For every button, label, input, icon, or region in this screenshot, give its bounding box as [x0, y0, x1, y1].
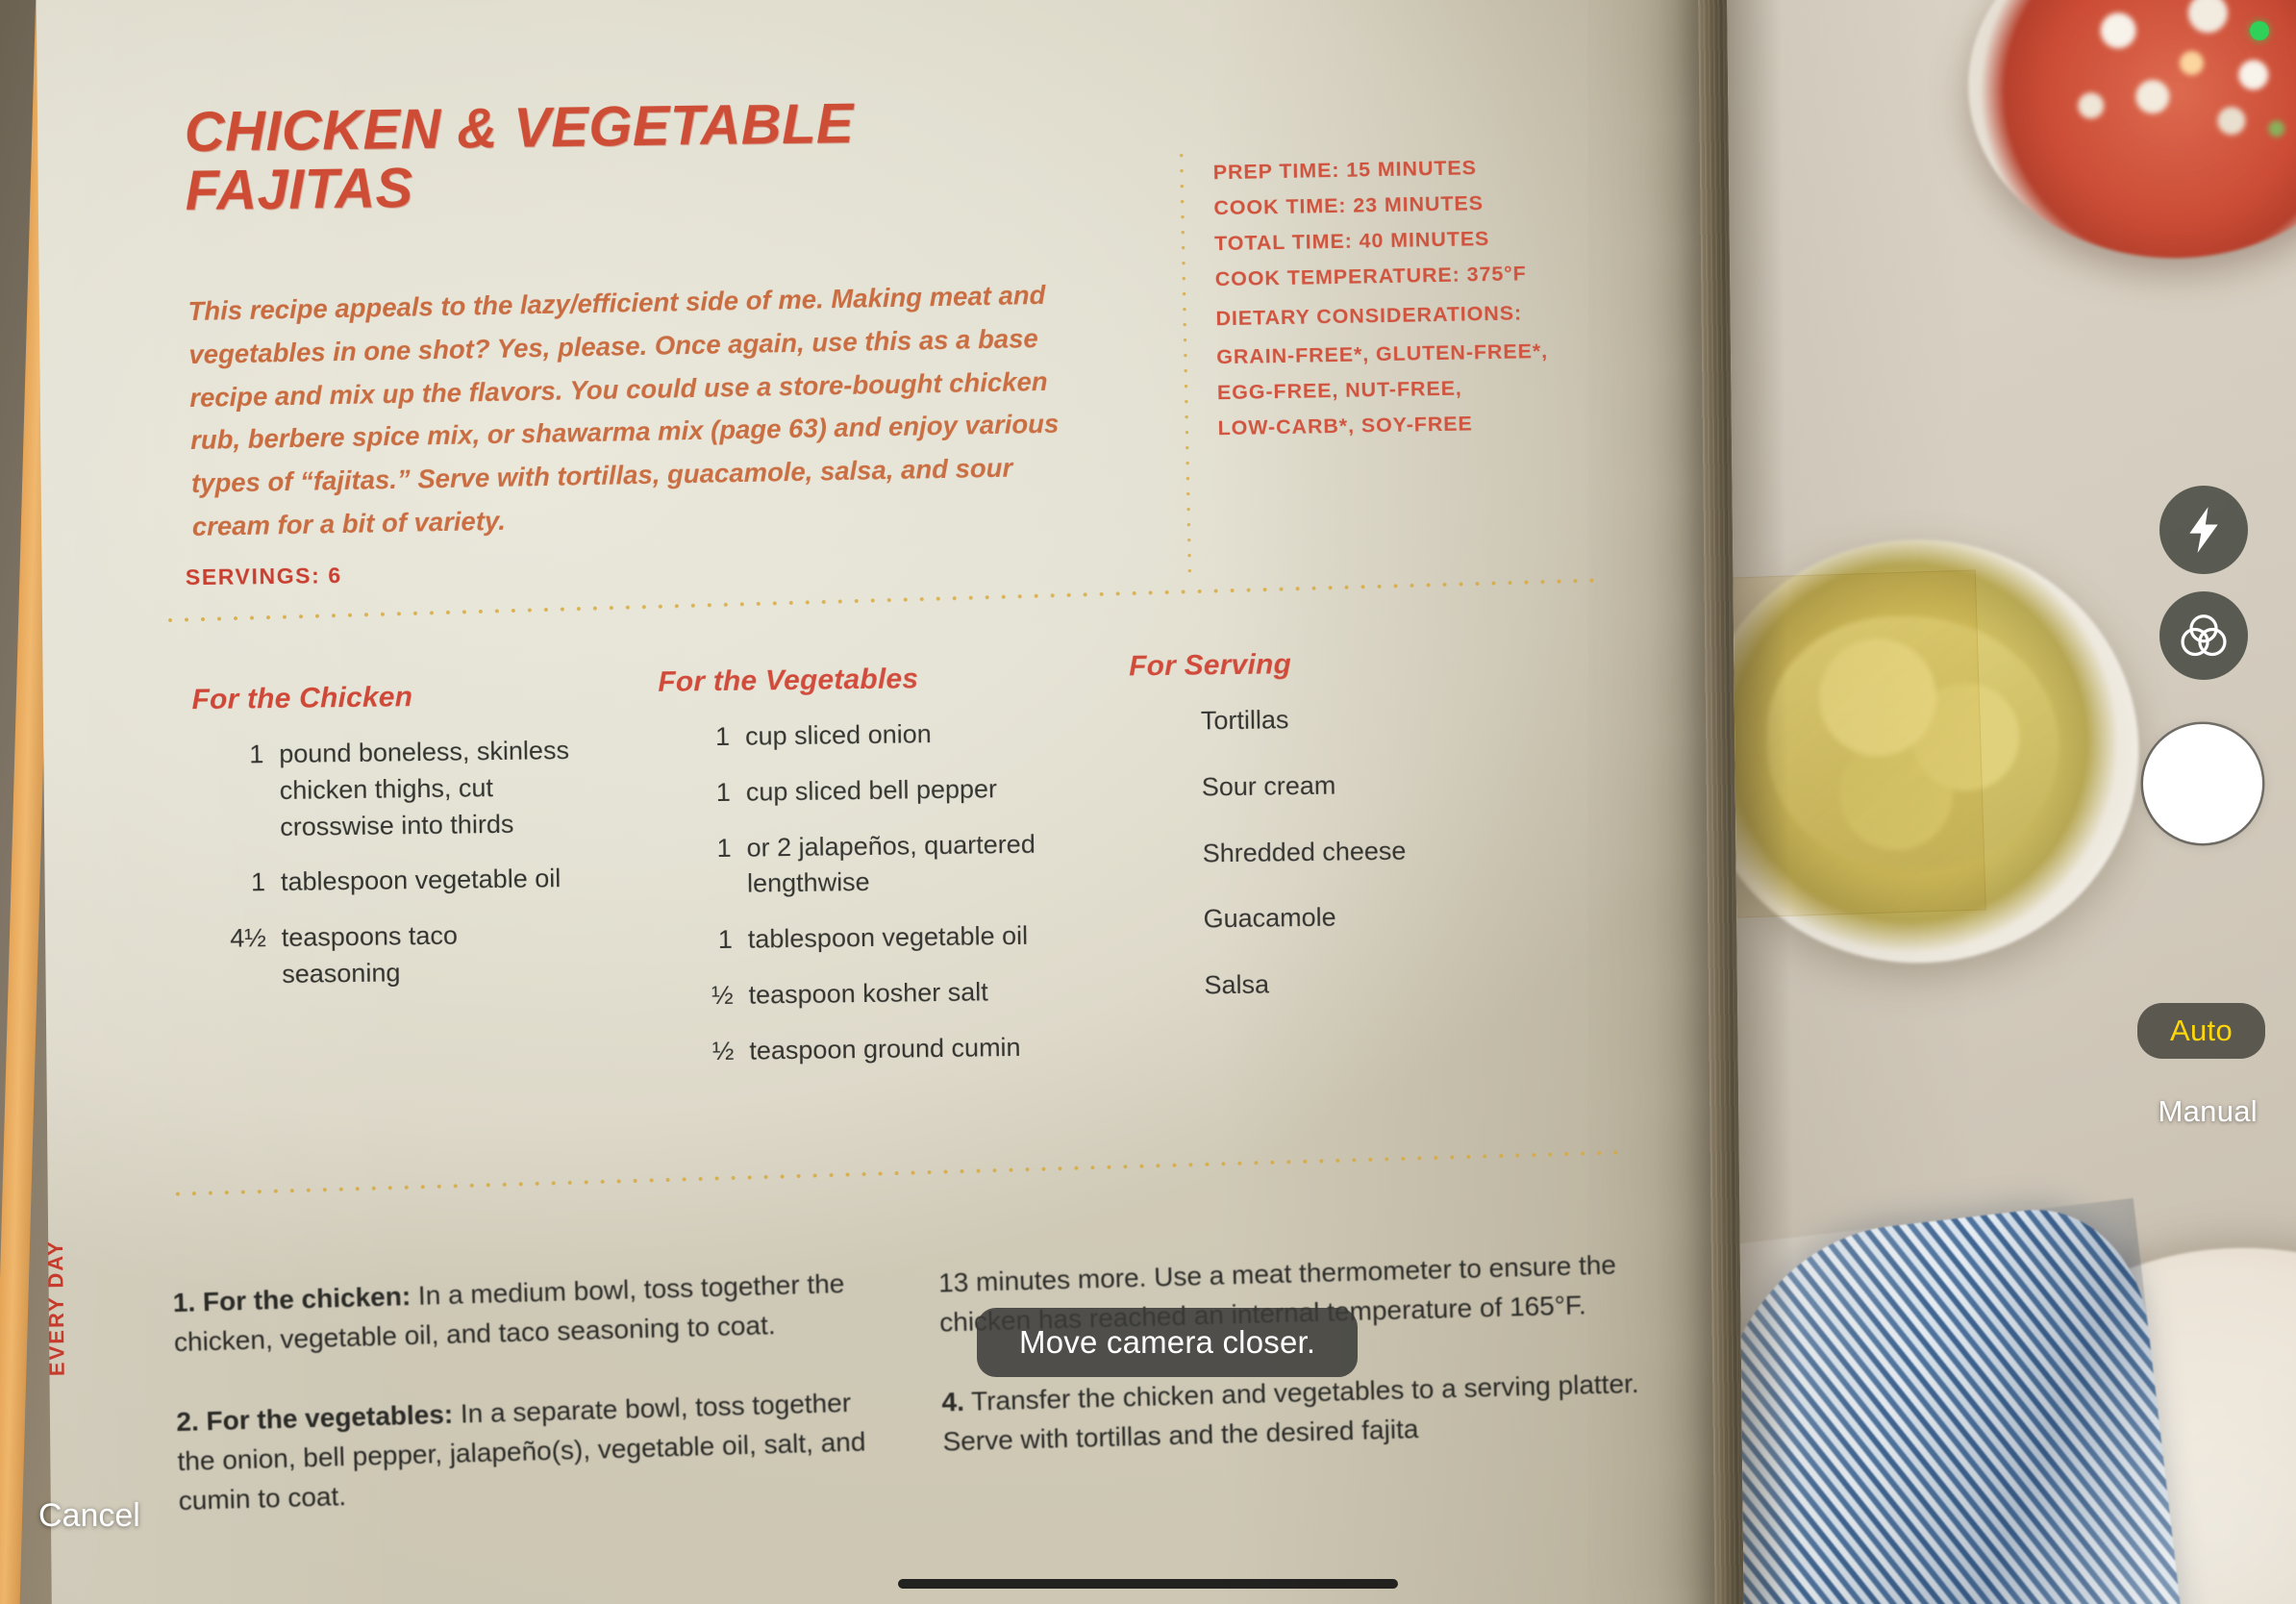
camera-viewport: CHICKEN & VEGETABLE FAJITAS This recipe …	[0, 0, 2296, 1604]
shutter-button[interactable]	[2150, 731, 2256, 837]
home-indicator[interactable]	[898, 1579, 1398, 1589]
mode-auto-button[interactable]: Auto	[2137, 1003, 2265, 1059]
camera-in-use-indicator	[2250, 21, 2269, 40]
color-filter-button[interactable]	[2159, 591, 2248, 680]
mode-manual-button[interactable]: Manual	[2159, 1094, 2258, 1129]
flash-icon	[2189, 507, 2218, 553]
flash-toggle-button[interactable]	[2159, 486, 2248, 574]
cancel-button[interactable]: Cancel	[38, 1497, 140, 1535]
camera-controls-overlay: Auto Manual Move camera closer. Cancel	[0, 0, 2296, 1604]
color-filter-icon	[2181, 614, 2227, 657]
guidance-toast: Move camera closer.	[977, 1308, 1359, 1377]
